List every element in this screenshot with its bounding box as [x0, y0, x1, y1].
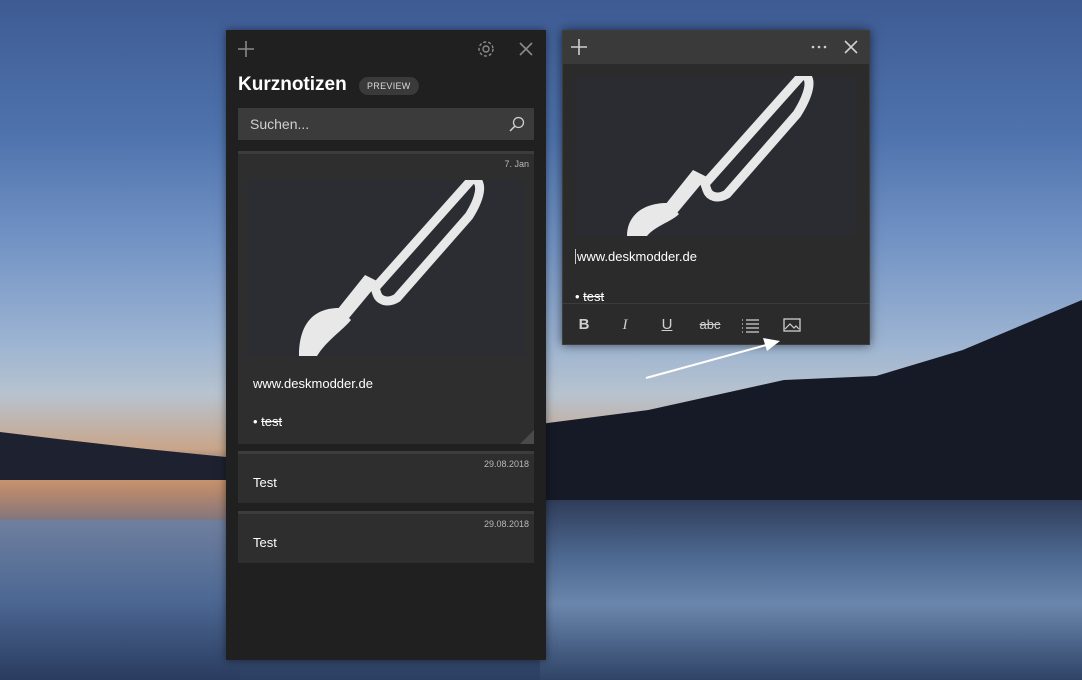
annotation-arrow: [645, 338, 780, 379]
